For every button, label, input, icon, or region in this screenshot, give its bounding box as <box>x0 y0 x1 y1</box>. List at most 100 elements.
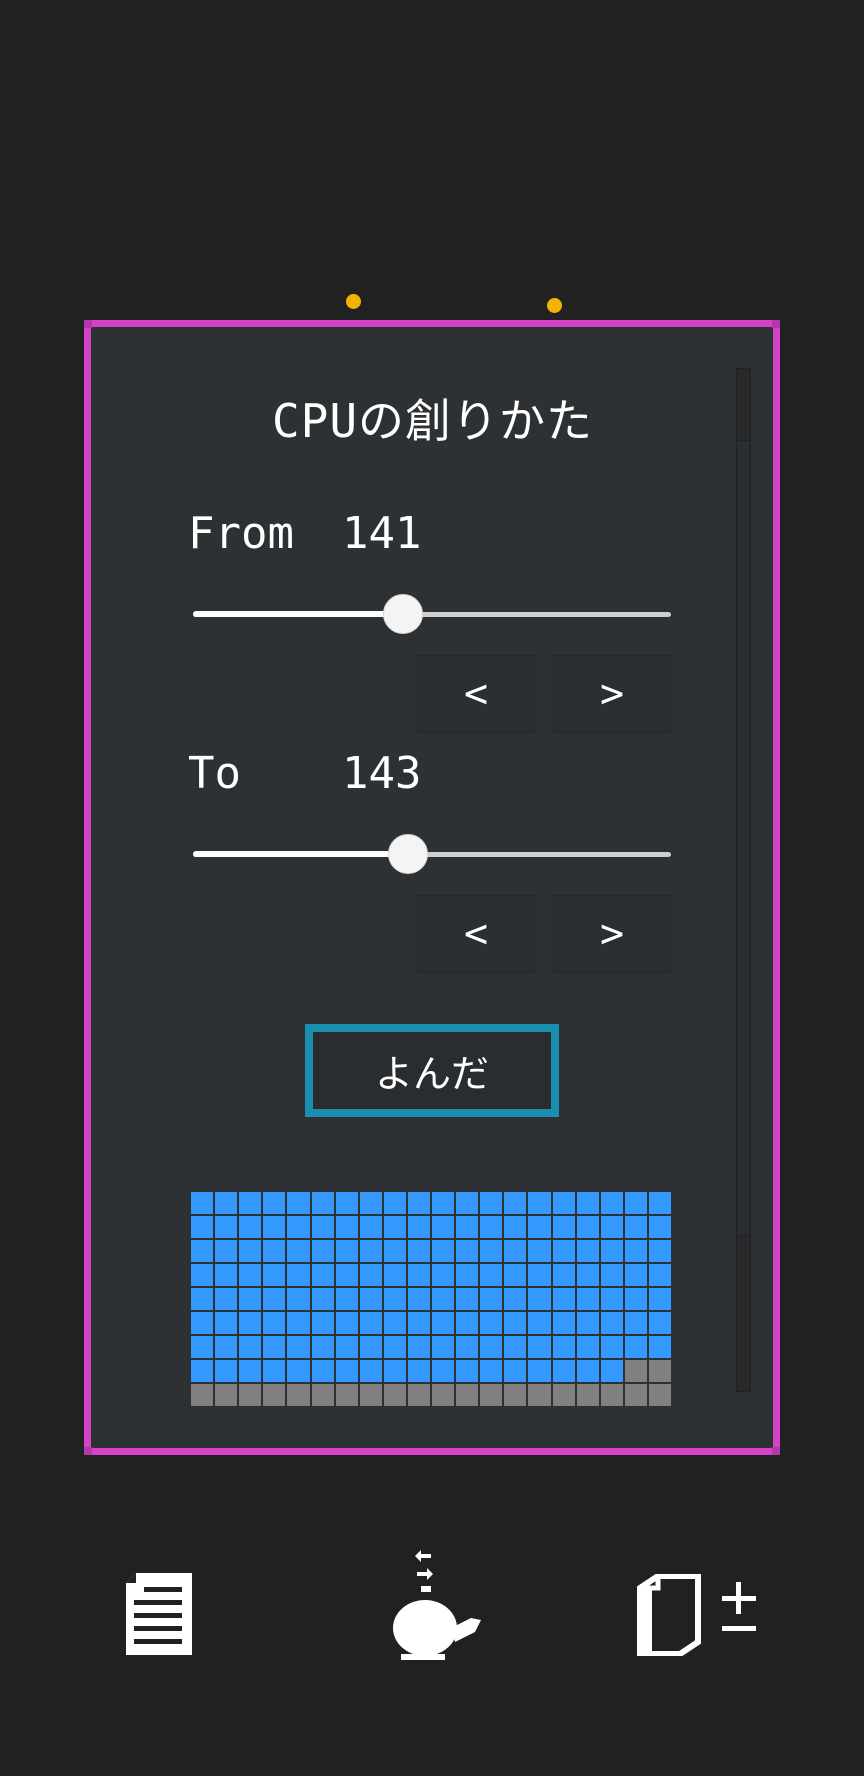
read-cell <box>359 1312 382 1334</box>
read-cell <box>624 1312 647 1334</box>
frame-corner <box>84 320 92 328</box>
read-cell <box>263 1336 286 1358</box>
read-cell <box>239 1288 262 1310</box>
read-cell <box>480 1288 503 1310</box>
read-cell <box>287 1264 310 1286</box>
read-cell <box>287 1240 310 1262</box>
read-cell <box>624 1192 647 1214</box>
read-cell <box>287 1288 310 1310</box>
read-cell <box>191 1312 214 1334</box>
read-cell <box>528 1216 551 1238</box>
to-slider[interactable] <box>193 834 671 874</box>
read-cell <box>504 1360 527 1382</box>
to-next-button[interactable]: > <box>553 895 671 973</box>
read-cell <box>600 1216 623 1238</box>
read-cell <box>383 1360 406 1382</box>
read-cell <box>359 1288 382 1310</box>
cup-plus-minus-icon[interactable] <box>636 1574 764 1656</box>
read-cell <box>480 1336 503 1358</box>
unread-cell <box>432 1384 455 1406</box>
from-prev-button[interactable]: < <box>417 655 535 733</box>
kettle-icon-glyph <box>393 1550 481 1660</box>
frame-corner <box>772 1447 780 1455</box>
read-cell <box>600 1312 623 1334</box>
read-cell <box>191 1192 214 1214</box>
to-prev-button[interactable]: < <box>417 895 535 973</box>
read-cell <box>335 1216 358 1238</box>
read-cell <box>335 1264 358 1286</box>
read-cell <box>600 1264 623 1286</box>
read-cell <box>648 1264 671 1286</box>
to-label: To <box>188 748 241 799</box>
read-cell <box>480 1264 503 1286</box>
read-cell <box>407 1336 430 1358</box>
read-cell <box>456 1288 479 1310</box>
read-cell <box>624 1216 647 1238</box>
from-next-button[interactable]: > <box>553 655 671 733</box>
read-cell <box>576 1288 599 1310</box>
read-cell <box>552 1192 575 1214</box>
read-cell <box>407 1312 430 1334</box>
read-cell <box>263 1312 286 1334</box>
kettle-icon[interactable] <box>391 1546 483 1670</box>
read-cell <box>648 1312 671 1334</box>
read-cell <box>383 1264 406 1286</box>
read-cell <box>383 1336 406 1358</box>
document-icon-glyph <box>126 1573 192 1655</box>
read-cell <box>215 1288 238 1310</box>
read-cell <box>407 1288 430 1310</box>
read-cell <box>311 1264 334 1286</box>
read-cell <box>504 1216 527 1238</box>
unread-cell <box>456 1384 479 1406</box>
read-cell <box>311 1216 334 1238</box>
read-cell <box>648 1288 671 1310</box>
read-cell <box>456 1336 479 1358</box>
read-cell <box>576 1240 599 1262</box>
read-cell <box>359 1360 382 1382</box>
read-cell <box>528 1360 551 1382</box>
from-slider[interactable] <box>193 594 671 634</box>
read-cell <box>528 1192 551 1214</box>
read-cell <box>528 1264 551 1286</box>
read-cell <box>383 1192 406 1214</box>
indicator-dot <box>547 298 562 313</box>
read-cell <box>576 1264 599 1286</box>
unread-cell <box>215 1384 238 1406</box>
mark-read-button[interactable]: よんだ <box>305 1024 559 1117</box>
read-cell <box>311 1192 334 1214</box>
read-cell <box>215 1360 238 1382</box>
read-cell <box>383 1216 406 1238</box>
indicator-dot <box>346 294 361 309</box>
read-cell <box>432 1264 455 1286</box>
read-cell <box>648 1192 671 1214</box>
read-cell <box>528 1312 551 1334</box>
read-cell <box>576 1192 599 1214</box>
read-cell <box>504 1312 527 1334</box>
book-title: CPUの創りかた <box>271 394 594 448</box>
document-icon[interactable] <box>126 1573 192 1655</box>
scrollbar-thumb[interactable] <box>738 440 749 1236</box>
slider-thumb[interactable] <box>388 834 429 874</box>
read-cell <box>191 1216 214 1238</box>
read-cell <box>311 1336 334 1358</box>
read-cell <box>456 1312 479 1334</box>
read-cell <box>528 1336 551 1358</box>
read-cell <box>552 1240 575 1262</box>
read-cell <box>528 1288 551 1310</box>
read-cell <box>600 1192 623 1214</box>
read-cell <box>311 1312 334 1334</box>
read-cell <box>263 1288 286 1310</box>
read-cell <box>407 1360 430 1382</box>
read-cell <box>263 1192 286 1214</box>
reading-progress-grid <box>191 1192 671 1406</box>
read-cell <box>456 1240 479 1262</box>
read-cell <box>552 1336 575 1358</box>
read-cell <box>552 1312 575 1334</box>
read-cell <box>239 1360 262 1382</box>
read-cell <box>239 1312 262 1334</box>
read-cell <box>311 1288 334 1310</box>
slider-thumb[interactable] <box>383 594 424 634</box>
read-cell <box>287 1192 310 1214</box>
read-cell <box>335 1360 358 1382</box>
read-cell <box>600 1240 623 1262</box>
